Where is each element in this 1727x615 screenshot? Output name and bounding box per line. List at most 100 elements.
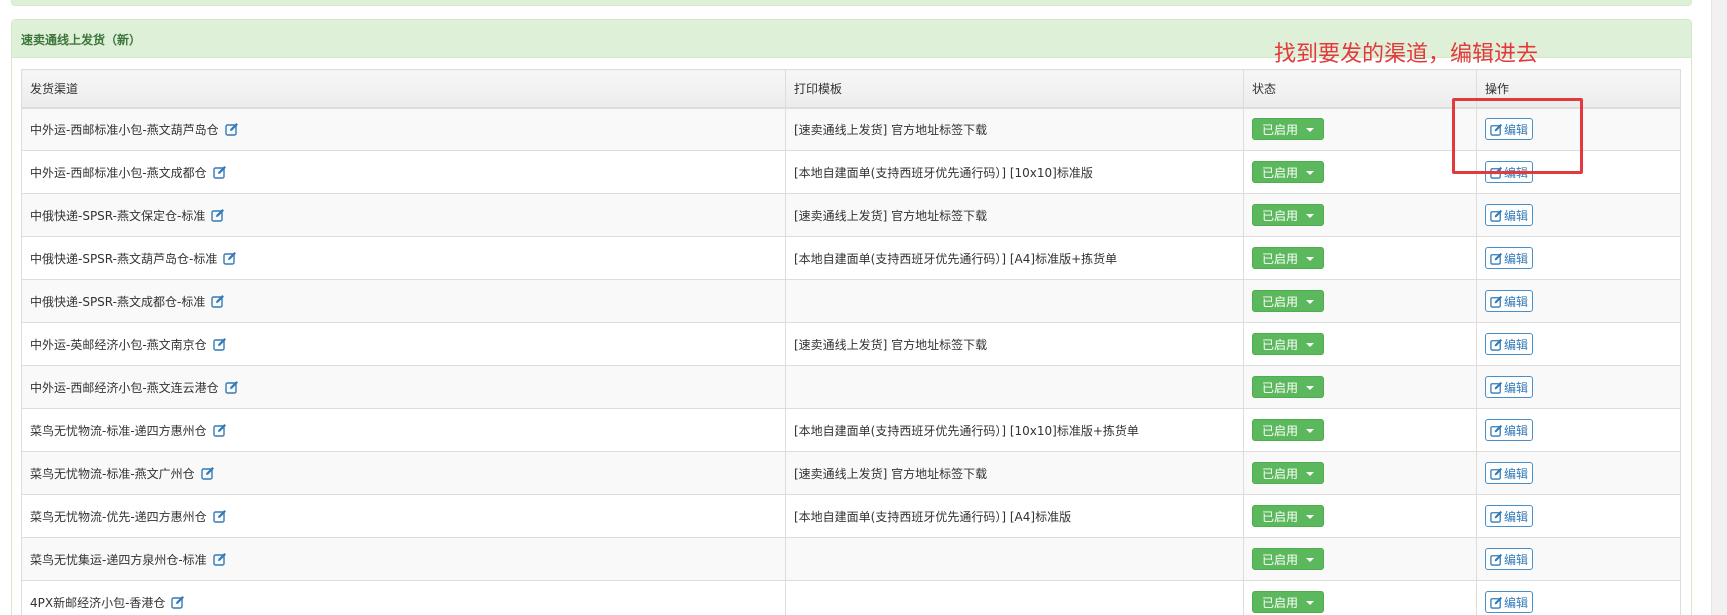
action-cell: 编辑 bbox=[1476, 537, 1681, 581]
status-label: 已启用 bbox=[1262, 295, 1299, 309]
edit-button[interactable]: 编辑 bbox=[1485, 548, 1534, 570]
edit-button[interactable]: 编辑 bbox=[1485, 376, 1534, 398]
edit-square-icon[interactable] bbox=[212, 337, 227, 351]
status-label: 已启用 bbox=[1262, 553, 1299, 567]
status-cell: 已启用 bbox=[1243, 580, 1477, 615]
edit-button-label: 编辑 bbox=[1504, 337, 1529, 352]
edit-square-icon[interactable] bbox=[224, 380, 239, 394]
edit-button[interactable]: 编辑 bbox=[1485, 247, 1534, 269]
status-dropdown-button[interactable]: 已启用 bbox=[1252, 204, 1325, 226]
pencil-square-icon bbox=[1490, 424, 1503, 437]
edit-square-icon[interactable] bbox=[200, 466, 215, 480]
status-cell: 已启用 bbox=[1243, 408, 1477, 452]
status-label: 已启用 bbox=[1262, 510, 1299, 524]
caret-down-icon bbox=[1306, 515, 1315, 519]
edit-button[interactable]: 编辑 bbox=[1485, 204, 1534, 226]
status-dropdown-button[interactable]: 已启用 bbox=[1252, 290, 1325, 312]
channel-cell: 菜鸟无忧集运-递四方泉州仓-标准 bbox=[21, 537, 786, 581]
status-cell: 已启用 bbox=[1243, 150, 1477, 194]
edit-square-icon[interactable] bbox=[211, 294, 225, 308]
action-cell: 编辑 bbox=[1476, 451, 1681, 495]
edit-button-label: 编辑 bbox=[1504, 466, 1529, 481]
channel-cell: 中外运-英邮经济小包-燕文南京仓 bbox=[21, 322, 786, 366]
edit-square-icon[interactable] bbox=[171, 595, 185, 609]
template-cell bbox=[785, 279, 1244, 323]
pencil-square-icon bbox=[1490, 338, 1503, 351]
channel-name: 中外运-西邮标准小包-燕文成都仓 bbox=[30, 165, 207, 180]
status-dropdown-button[interactable]: 已启用 bbox=[1252, 505, 1325, 527]
action-cell: 编辑 bbox=[1476, 236, 1681, 280]
channel-cell: 菜鸟无忧物流-标准-递四方惠州仓 bbox=[21, 408, 786, 452]
edit-button[interactable]: 编辑 bbox=[1485, 290, 1534, 312]
edit-square-icon[interactable] bbox=[212, 509, 227, 523]
table-row: 中外运-英邮经济小包-燕文南京仓 [速卖通线上发货] 官方地址标签下载 已启用 … bbox=[21, 322, 1681, 366]
caret-down-icon bbox=[1306, 429, 1315, 433]
channel-table-wrapper: 发货渠道 打印模板 状态 操作 中外运-西邮标准小包-燕文葫芦岛仓 [速卖通线上… bbox=[21, 69, 1681, 615]
action-cell: 编辑 bbox=[1476, 408, 1681, 452]
edit-square-icon[interactable] bbox=[211, 208, 225, 222]
table-row: 中外运-西邮经济小包-燕文连云港仓 已启用 编辑 bbox=[21, 365, 1681, 409]
pencil-square-icon bbox=[1490, 252, 1503, 265]
annotation-highlight-box bbox=[1452, 98, 1583, 174]
edit-button[interactable]: 编辑 bbox=[1485, 333, 1534, 355]
status-dropdown-button[interactable]: 已启用 bbox=[1252, 161, 1325, 183]
action-cell: 编辑 bbox=[1476, 580, 1681, 615]
column-header-status: 状态 bbox=[1243, 69, 1477, 109]
caret-down-icon bbox=[1306, 343, 1315, 347]
action-cell: 编辑 bbox=[1476, 279, 1681, 323]
pencil-square-icon bbox=[1490, 596, 1503, 609]
pencil-square-icon bbox=[1490, 295, 1503, 308]
edit-square-icon[interactable] bbox=[224, 122, 239, 136]
column-header-template: 打印模板 bbox=[785, 69, 1244, 109]
channel-name: 中外运-西邮经济小包-燕文连云港仓 bbox=[30, 380, 219, 395]
action-cell: 编辑 bbox=[1476, 494, 1681, 538]
caret-down-icon bbox=[1306, 300, 1315, 304]
status-label: 已启用 bbox=[1262, 338, 1299, 352]
channel-cell: 中俄快递-SPSR-燕文保定仓-标准 bbox=[21, 193, 786, 237]
edit-square-icon[interactable] bbox=[212, 552, 227, 566]
caret-down-icon bbox=[1306, 601, 1315, 605]
table-row: 中俄快递-SPSR-燕文成都仓-标准 已启用 编辑 bbox=[21, 279, 1681, 323]
status-dropdown-button[interactable]: 已启用 bbox=[1252, 591, 1325, 613]
status-dropdown-button[interactable]: 已启用 bbox=[1252, 548, 1325, 570]
status-cell: 已启用 bbox=[1243, 322, 1477, 366]
table-row: 中俄快递-SPSR-燕文葫芦岛仓-标准 [本地自建面单(支持西班牙优先通行码）]… bbox=[21, 236, 1681, 280]
edit-button[interactable]: 编辑 bbox=[1485, 505, 1534, 527]
table-row: 菜鸟无忧物流-优先-递四方惠州仓 [本地自建面单(支持西班牙优先通行码）] [A… bbox=[21, 494, 1681, 538]
edit-square-icon[interactable] bbox=[212, 165, 227, 179]
channel-cell: 4PX新邮经济小包-香港仓 bbox=[21, 580, 786, 615]
edit-square-icon[interactable] bbox=[223, 251, 237, 265]
edit-button-label: 编辑 bbox=[1504, 380, 1529, 395]
channel-name: 中俄快递-SPSR-燕文保定仓-标准 bbox=[30, 208, 206, 223]
channel-name: 中外运-英邮经济小包-燕文南京仓 bbox=[30, 337, 207, 352]
status-dropdown-button[interactable]: 已启用 bbox=[1252, 462, 1325, 484]
caret-down-icon bbox=[1306, 214, 1315, 218]
status-cell: 已启用 bbox=[1243, 279, 1477, 323]
status-label: 已启用 bbox=[1262, 123, 1299, 138]
edit-button-label: 编辑 bbox=[1504, 552, 1529, 567]
edit-button-label: 编辑 bbox=[1504, 595, 1529, 610]
edit-button[interactable]: 编辑 bbox=[1485, 462, 1534, 484]
status-dropdown-button[interactable]: 已启用 bbox=[1252, 247, 1325, 269]
edit-button-label: 编辑 bbox=[1504, 423, 1529, 438]
status-label: 已启用 bbox=[1262, 596, 1299, 610]
status-dropdown-button[interactable]: 已启用 bbox=[1252, 333, 1325, 355]
status-label: 已启用 bbox=[1262, 467, 1299, 481]
channel-cell: 中外运-西邮经济小包-燕文连云港仓 bbox=[21, 365, 786, 409]
edit-button[interactable]: 编辑 bbox=[1485, 591, 1534, 613]
caret-down-icon bbox=[1306, 472, 1315, 476]
table-row: 4PX新邮经济小包-香港仓 已启用 编辑 bbox=[21, 580, 1681, 615]
edit-button[interactable]: 编辑 bbox=[1485, 419, 1534, 441]
edit-square-icon[interactable] bbox=[212, 423, 227, 437]
table-row: 中俄快递-SPSR-燕文保定仓-标准 [速卖通线上发货] 官方地址标签下载 已启… bbox=[21, 193, 1681, 237]
status-cell: 已启用 bbox=[1243, 193, 1477, 237]
pencil-square-icon bbox=[1490, 510, 1503, 523]
status-dropdown-button[interactable]: 已启用 bbox=[1252, 419, 1325, 441]
annotation-text: 找到要发的渠道，编辑进去 bbox=[1274, 42, 1539, 67]
edit-button-label: 编辑 bbox=[1504, 509, 1529, 524]
status-dropdown-button[interactable]: 已启用 bbox=[1252, 376, 1325, 398]
pencil-square-icon bbox=[1490, 467, 1503, 480]
template-cell: [速卖通线上发货] 官方地址标签下载 bbox=[785, 322, 1244, 366]
scrollbar[interactable] bbox=[1711, 0, 1727, 615]
status-dropdown-button[interactable]: 已启用 bbox=[1252, 118, 1325, 141]
